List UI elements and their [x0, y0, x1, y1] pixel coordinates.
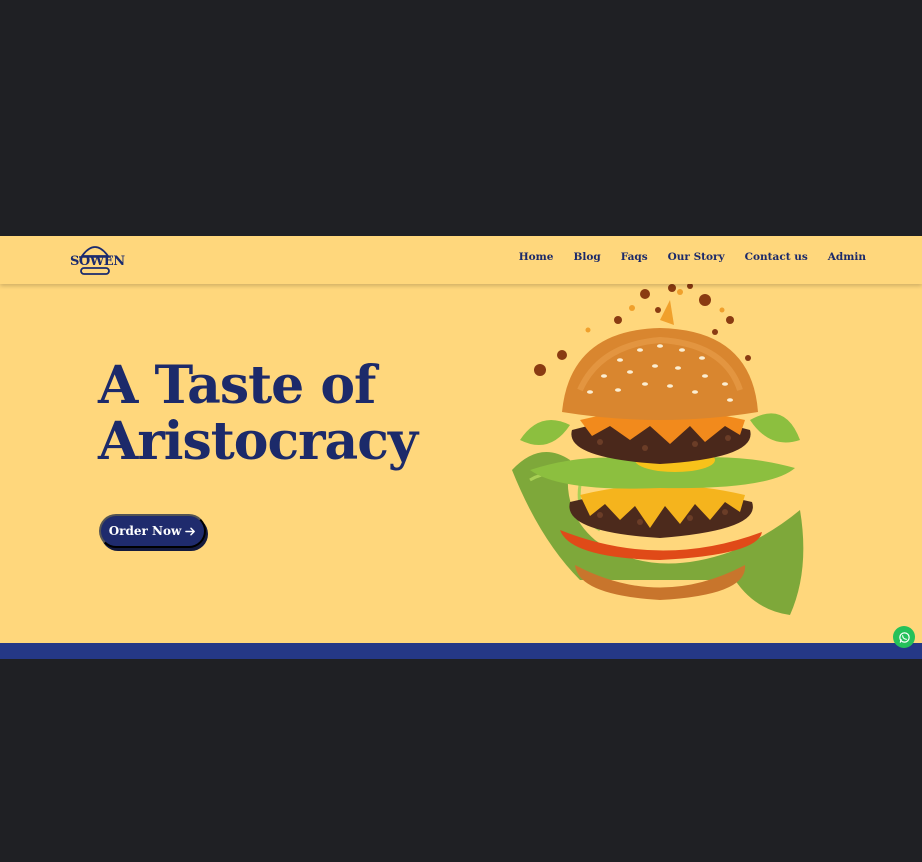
- nav-home[interactable]: Home: [519, 251, 554, 263]
- hero-title-line-2: Aristocracy: [98, 411, 418, 472]
- whatsapp-chat-button[interactable]: [893, 626, 915, 648]
- brand-logo[interactable]: SOWEN: [70, 242, 125, 278]
- nav-contact-us[interactable]: Contact us: [745, 251, 808, 263]
- hero-title-line-1: A Taste of: [98, 355, 376, 416]
- whatsapp-icon: [898, 631, 910, 643]
- bottom-letterbox: [0, 659, 922, 862]
- burger-image: [512, 283, 804, 615]
- navbar: SOWEN Home Blog Faqs Our Story Contact u…: [0, 236, 922, 284]
- arrow-right-icon: [185, 527, 196, 535]
- section-divider-strip: [0, 643, 922, 659]
- nav-faqs[interactable]: Faqs: [621, 251, 648, 263]
- nav-admin[interactable]: Admin: [828, 251, 866, 263]
- landing-page: SOWEN Home Blog Faqs Our Story Contact u…: [0, 236, 922, 659]
- brand-name: SOWEN: [70, 254, 125, 269]
- main-nav: Home Blog Faqs Our Story Contact us Admi…: [519, 251, 866, 263]
- top-letterbox: [0, 0, 922, 236]
- nav-our-story[interactable]: Our Story: [668, 251, 725, 263]
- hero-title: A Taste of Aristocracy: [98, 358, 438, 470]
- order-now-button[interactable]: Order Now: [99, 514, 206, 548]
- order-now-label: Order Now: [108, 524, 182, 538]
- nav-blog[interactable]: Blog: [573, 251, 600, 263]
